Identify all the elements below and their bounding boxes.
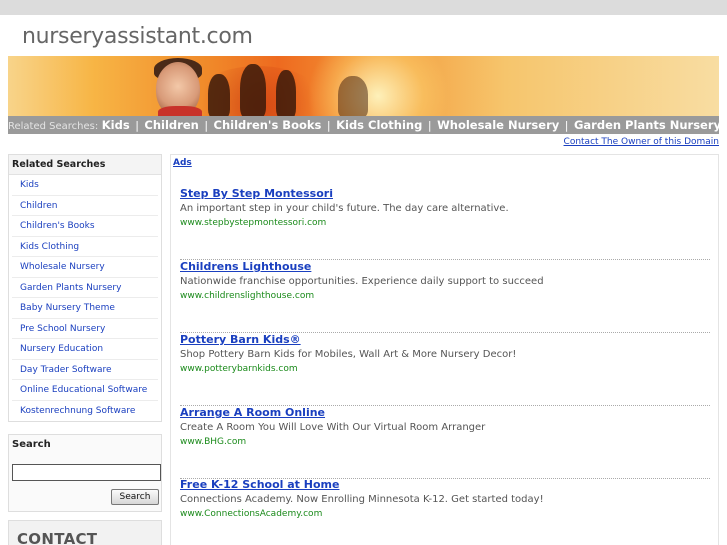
ad-description: Nationwide franchise opportunities. Expe… [180, 276, 544, 287]
contact-heading: CONTACT [17, 530, 98, 545]
ads-panel: Ads Step By Step Montessori An important… [170, 154, 719, 545]
child-silhouette [276, 70, 296, 116]
ad-title-link[interactable]: Pottery Barn Kids® [180, 333, 301, 346]
sidebar-item-kids[interactable]: Kids [12, 175, 158, 196]
related-searches-heading: Related Searches [9, 155, 161, 175]
ad-description: Connections Academy. Now Enrolling Minne… [180, 494, 544, 505]
search-button[interactable]: Search [111, 489, 159, 505]
nav-separator: | [326, 119, 331, 132]
nav-separator: | [204, 119, 209, 132]
ad-url-link[interactable]: www.potterybarnkids.com [180, 364, 298, 374]
contact-box: CONTACT [8, 520, 162, 545]
sidebar-item-pre-school-nursery[interactable]: Pre School Nursery [12, 319, 158, 339]
top-bar [0, 0, 727, 15]
search-box: Search Search [8, 434, 162, 512]
ad-description: Create A Room You Will Love With Our Vir… [180, 422, 486, 433]
sidebar-item-nursery-education[interactable]: Nursery Education [12, 339, 158, 360]
related-searches-box: Related Searches Kids Children Children'… [8, 154, 162, 422]
sidebar-item-online-educational-software[interactable]: Online Educational Software [12, 380, 158, 401]
nav-label: Related Searches: [8, 121, 99, 132]
nav-separator: | [427, 119, 432, 132]
search-input[interactable] [12, 464, 161, 481]
ad-url-link[interactable]: www.BHG.com [180, 437, 246, 447]
header-banner [8, 56, 719, 116]
sidebar-item-wholesale-nursery[interactable]: Wholesale Nursery [12, 257, 158, 278]
child-silhouette [338, 76, 368, 116]
ad-title-link[interactable]: Childrens Lighthouse [180, 260, 311, 273]
nav-link-kids[interactable]: Kids [102, 118, 130, 132]
ad-url-link[interactable]: www.childrenslighthouse.com [180, 291, 314, 301]
child-silhouette [208, 74, 230, 116]
sidebar-item-children[interactable]: Children [12, 196, 158, 216]
ad-item: Arrange A Room Online Create A Room You … [180, 406, 710, 479]
ad-item: Pottery Barn Kids® Shop Pottery Barn Kid… [180, 333, 710, 406]
ad-description: Shop Pottery Barn Kids for Mobiles, Wall… [180, 349, 517, 360]
sidebar-item-garden-plants-nursery[interactable]: Garden Plants Nursery [12, 278, 158, 298]
sidebar-item-kostenrechnung-software[interactable]: Kostenrechnung Software [12, 401, 158, 422]
related-searches-bar: Related Searches: Kids | Children | Chil… [8, 116, 721, 134]
nav-link-childrens-books[interactable]: Children's Books [214, 118, 322, 132]
sidebar-item-baby-nursery-theme[interactable]: Baby Nursery Theme [12, 298, 158, 319]
child-shirt [158, 106, 202, 116]
ad-title-link[interactable]: Arrange A Room Online [180, 406, 325, 419]
nav-link-children[interactable]: Children [144, 118, 198, 132]
ad-title-link[interactable]: Step By Step Montessori [180, 187, 333, 200]
ad-description: An important step in your child's future… [180, 203, 509, 214]
child-silhouette [240, 64, 266, 116]
contact-owner-link[interactable]: Contact The Owner of this Domain [564, 137, 719, 147]
sidebar: Related Searches Kids Children Children'… [8, 154, 162, 422]
ad-title-link[interactable]: Free K-12 School at Home [180, 478, 339, 491]
nav-link-kids-clothing[interactable]: Kids Clothing [336, 118, 422, 132]
sidebar-item-kids-clothing[interactable]: Kids Clothing [12, 237, 158, 257]
ad-item: Free K-12 School at Home Connections Aca… [180, 478, 710, 545]
search-heading: Search [12, 439, 51, 450]
site-title: nurseryassistant.com [22, 24, 253, 49]
ad-item: Childrens Lighthouse Nationwide franchis… [180, 260, 710, 333]
ad-item: Step By Step Montessori An important ste… [180, 187, 710, 260]
ad-url-link[interactable]: www.ConnectionsAcademy.com [180, 509, 322, 519]
nav-separator: | [564, 119, 569, 132]
banner-sun [298, 56, 458, 116]
nav-separator: | [135, 119, 139, 132]
nav-link-wholesale-nursery[interactable]: Wholesale Nursery [437, 118, 559, 132]
nav-link-garden-plants-nursery[interactable]: Garden Plants Nursery [574, 118, 721, 132]
ads-label[interactable]: Ads [173, 158, 192, 168]
sidebar-item-day-trader-software[interactable]: Day Trader Software [12, 360, 158, 380]
ad-url-link[interactable]: www.stepbystepmontessori.com [180, 218, 326, 228]
sidebar-item-childrens-books[interactable]: Children's Books [12, 216, 158, 237]
